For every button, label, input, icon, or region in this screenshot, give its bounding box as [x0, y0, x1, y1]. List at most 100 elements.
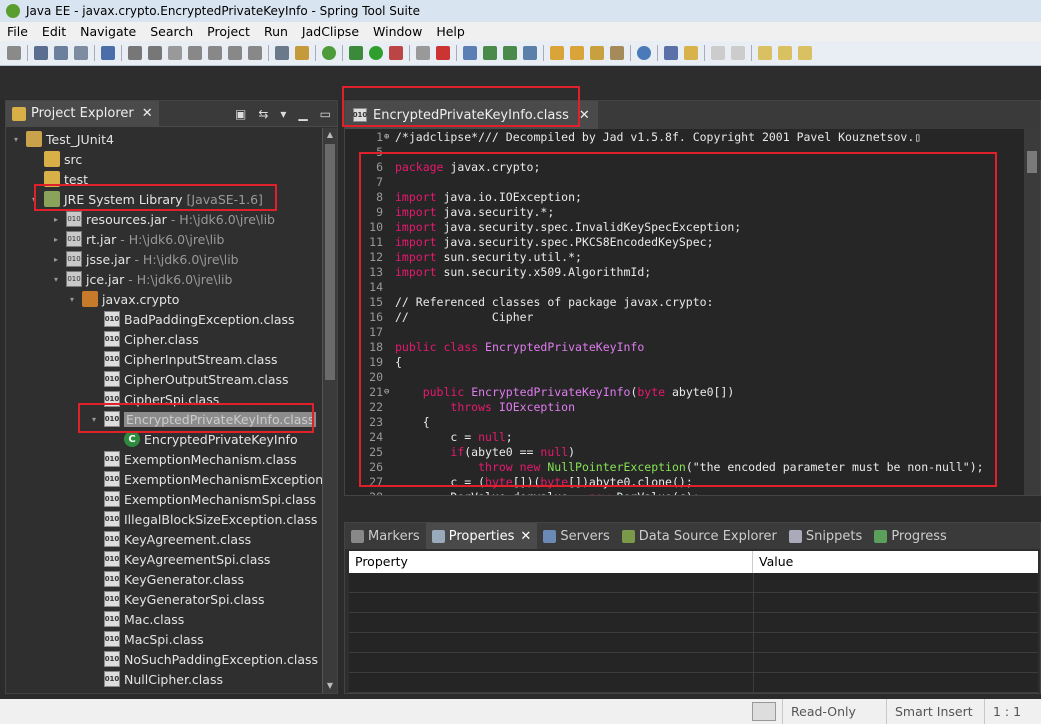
menu-window[interactable]: Window	[366, 24, 429, 39]
tree-item[interactable]: 010 CipherInputStream.class	[92, 349, 278, 369]
new-java-project-icon[interactable]	[463, 46, 477, 60]
new-web-service-icon[interactable]	[523, 46, 537, 60]
web-browser-icon[interactable]	[637, 46, 651, 60]
tree-item[interactable]: ▾ Test_JUnit4	[14, 129, 114, 149]
tree-item[interactable]: 010 NoSuchPaddingException.class	[92, 649, 318, 669]
expand-toggle-icon[interactable]: ▾	[92, 415, 102, 424]
search-icon[interactable]	[610, 46, 624, 60]
explorer-scrollbar[interactable]: ▲ ▼	[322, 128, 337, 693]
stop-server-icon[interactable]	[416, 46, 430, 60]
expand-toggle-icon[interactable]: ▾	[70, 295, 80, 304]
collapse-fold-icon[interactable]: ⊖	[384, 385, 389, 400]
tab-properties[interactable]: Properties ✕	[425, 523, 538, 549]
disconnect-icon[interactable]	[188, 46, 202, 60]
skip-breakpoints-icon[interactable]	[101, 46, 115, 60]
tree-item[interactable]: ▸ 010 resources.jar - H:\jdk6.0\jre\lib	[54, 209, 275, 229]
step-over-icon[interactable]	[228, 46, 242, 60]
forward-icon[interactable]	[798, 46, 812, 60]
close-icon[interactable]: ✕	[520, 529, 531, 544]
expand-toggle-icon[interactable]: ▾	[32, 195, 42, 204]
expand-toggle-icon[interactable]: ▾	[54, 275, 64, 284]
tree-item[interactable]: ▾ JRE System Library [JavaSE-1.6]	[32, 189, 263, 209]
tree-item[interactable]: ▸ 010 rt.jar - H:\jdk6.0\jre\lib	[54, 229, 224, 249]
menu-edit[interactable]: Edit	[35, 24, 73, 39]
last-edit-location-icon[interactable]	[758, 46, 772, 60]
tab-snippets[interactable]: Snippets	[783, 523, 868, 549]
terminate-icon[interactable]	[168, 46, 182, 60]
code-view[interactable]: 1 ⊕ /*jadclipse*/// Decompiled by Jad v1.5…	[345, 129, 1025, 495]
maximize-icon[interactable]: ▭	[320, 107, 331, 121]
spring-leaf-icon[interactable]	[322, 46, 336, 60]
debug-icon[interactable]	[349, 46, 363, 60]
expand-toggle-icon[interactable]: ▸	[54, 235, 64, 244]
tree-item[interactable]: 010 KeyGeneratorSpi.class	[92, 589, 265, 609]
resume-icon[interactable]	[128, 46, 142, 60]
run-icon[interactable]	[369, 46, 383, 60]
toggle-mark-occurrences-icon[interactable]	[590, 46, 604, 60]
tree-item[interactable]: test	[32, 169, 88, 189]
tree-item[interactable]: 010 NullCipher.class	[92, 669, 223, 689]
tree-item[interactable]: 010 Mac.class	[92, 609, 184, 629]
tab-servers[interactable]: Servers	[537, 523, 615, 549]
editor-scrollbar[interactable]	[1024, 129, 1040, 495]
tree-item[interactable]: 010 ExemptionMechanismSpi.class	[92, 489, 316, 509]
tree-item[interactable]: 010 KeyGenerator.class	[92, 569, 244, 589]
scroll-up-icon[interactable]: ▲	[323, 128, 337, 142]
tree-item[interactable]: 010 MacSpi.class	[92, 629, 204, 649]
menu-run[interactable]: Run	[257, 24, 295, 39]
new-class-icon[interactable]	[503, 46, 517, 60]
pin-editor-icon[interactable]	[684, 46, 698, 60]
menu-search[interactable]: Search	[143, 24, 200, 39]
tree-item[interactable]: 010 CipherSpi.class	[92, 389, 219, 409]
close-icon[interactable]: ✕	[579, 108, 590, 123]
tree-item[interactable]: 010 ExemptionMechanism.class	[92, 449, 297, 469]
back-icon[interactable]	[778, 46, 792, 60]
open-resource-icon[interactable]	[570, 46, 584, 60]
open-type-icon[interactable]	[550, 46, 564, 60]
tree-item[interactable]: ▾ 010 jce.jar - H:\jdk6.0\jre\lib	[54, 269, 232, 289]
tree-item[interactable]: C EncryptedPrivateKeyInfo	[112, 429, 298, 449]
tree-item[interactable]: src	[32, 149, 82, 169]
tree-item[interactable]: 010 BadPaddingException.class	[92, 309, 295, 329]
tree-item[interactable]: ▸ 010 jsse.jar - H:\jdk6.0\jre\lib	[54, 249, 239, 269]
save-icon[interactable]	[34, 46, 48, 60]
next-annotation-icon[interactable]	[711, 46, 725, 60]
tree-item[interactable]: 010 CipherOutputStream.class	[92, 369, 289, 389]
save-all-icon[interactable]	[54, 46, 68, 60]
tree-item[interactable]: ▾ 010 EncryptedPrivateKeyInfo.class	[92, 409, 317, 429]
suspend-icon[interactable]	[148, 46, 162, 60]
new-package-icon[interactable]	[483, 46, 497, 60]
tree-item[interactable]: 010 KeyAgreement.class	[92, 529, 251, 549]
tab-encryptedprivatekeyinfo-class[interactable]: 010 EncryptedPrivateKeyInfo.class ✕	[345, 101, 598, 129]
menu-help[interactable]: Help	[429, 24, 472, 39]
tree-item[interactable]: 010ExemptionMechanismException.cla	[92, 469, 322, 489]
minimize-icon[interactable]: ▁	[298, 107, 307, 121]
scrollbar-thumb[interactable]	[1027, 151, 1037, 173]
scroll-down-icon[interactable]: ▼	[323, 679, 337, 693]
menu-jadclipse[interactable]: JadClipse	[295, 24, 366, 39]
previous-annotation-icon[interactable]	[731, 46, 745, 60]
link-with-editor-icon[interactable]: ⇆	[258, 107, 268, 121]
open-console-icon[interactable]	[275, 46, 289, 60]
menu-project[interactable]: Project	[200, 24, 257, 39]
step-return-icon[interactable]	[248, 46, 262, 60]
deploy-icon[interactable]	[295, 46, 309, 60]
expand-toggle-icon[interactable]: ▸	[54, 215, 64, 224]
collapse-all-icon[interactable]: ▣	[235, 107, 246, 121]
close-icon[interactable]: ✕	[142, 106, 153, 121]
print-icon[interactable]	[74, 46, 88, 60]
tab-data-source-explorer[interactable]: Data Source Explorer	[616, 523, 783, 549]
column-header-value[interactable]: Value	[753, 551, 793, 573]
new-icon[interactable]	[7, 46, 21, 60]
tree-item[interactable]: 010 Cipher.class	[92, 329, 199, 349]
expand-toggle-icon[interactable]: ▸	[54, 255, 64, 264]
run-external-tools-icon[interactable]	[389, 46, 403, 60]
column-header-property[interactable]: Property	[349, 551, 753, 573]
tree-item[interactable]: 010 IllegalBlockSizeException.class	[92, 509, 317, 529]
expand-toggle-icon[interactable]: ▾	[14, 135, 24, 144]
tab-project-explorer[interactable]: Project Explorer ✕	[6, 100, 159, 127]
tree-item[interactable]: ▾ javax.crypto	[70, 289, 179, 309]
scrollbar-thumb[interactable]	[325, 144, 335, 380]
tree-item[interactable]: 010 KeyAgreementSpi.class	[92, 549, 270, 569]
tab-markers[interactable]: Markers	[345, 523, 426, 549]
